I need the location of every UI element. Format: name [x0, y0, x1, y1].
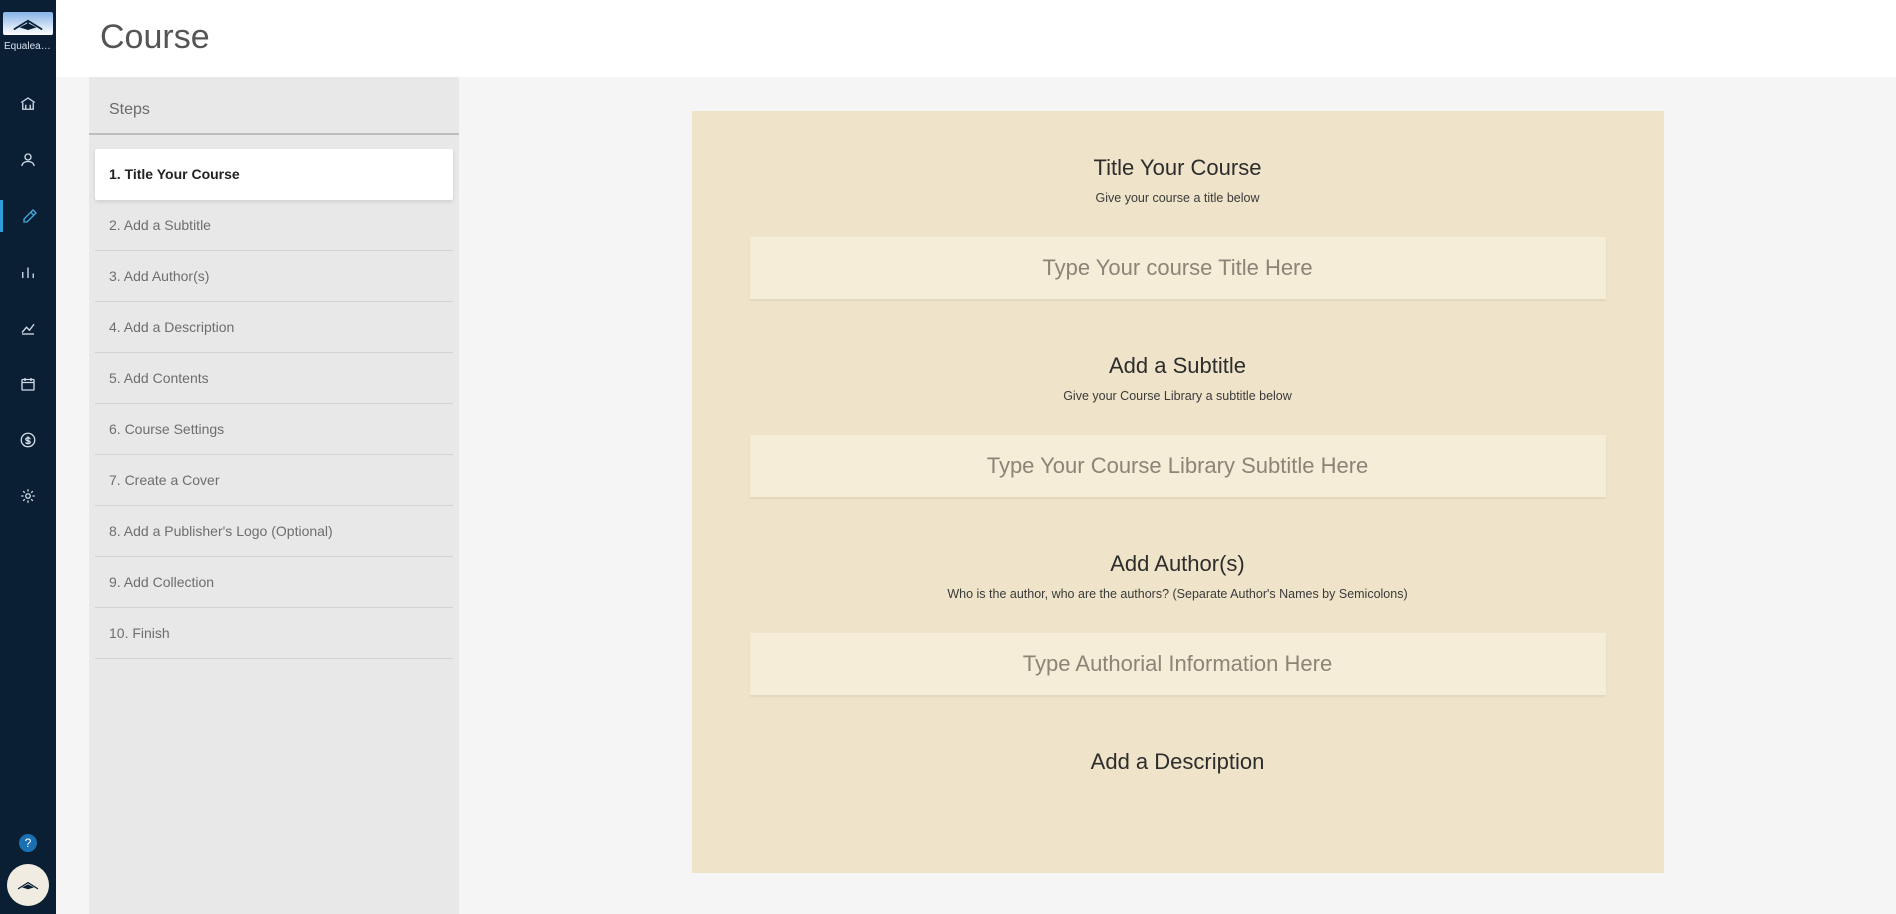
workspace: Steps 1. Title Your Course2. Add a Subti… [56, 77, 1896, 914]
course-form-card: Title Your Course Give your course a titl… [692, 111, 1664, 873]
step-item-7[interactable]: 7. Create a Cover [95, 455, 453, 506]
step-item-4[interactable]: 4. Add a Description [95, 302, 453, 353]
section-title: Title Your Course [750, 155, 1606, 181]
section-subtitle: Who is the author, who are the authors? … [750, 587, 1606, 601]
nav-author[interactable] [0, 200, 56, 232]
app-name: Equalear… [4, 41, 52, 52]
nav-analytics[interactable] [0, 256, 56, 288]
step-item-9[interactable]: 9. Add Collection [95, 557, 453, 608]
form-section-2: Add a Subtitle Give your Course Library a… [750, 353, 1606, 497]
section-input-2[interactable] [750, 435, 1606, 497]
section-title: Add a Description [750, 749, 1606, 775]
section-title: Add Author(s) [750, 551, 1606, 577]
step-item-10[interactable]: 10. Finish [95, 608, 453, 659]
rail-nav-list [0, 88, 56, 512]
main-region: Course Steps 1. Title Your Course2. Add … [56, 0, 1896, 914]
section-title: Add a Subtitle [750, 353, 1606, 379]
app-logo[interactable] [3, 12, 53, 35]
nav-settings[interactable] [0, 480, 56, 512]
form-section-1: Title Your Course Give your course a titl… [750, 155, 1606, 299]
book-logo-icon [11, 15, 45, 33]
bank-icon [19, 95, 37, 113]
step-item-2[interactable]: 2. Add a Subtitle [95, 200, 453, 251]
page-title: Course [56, 0, 1896, 77]
steps-heading: Steps [89, 77, 459, 135]
dollar-icon [19, 431, 37, 449]
section-subtitle: Give your course a title below [750, 191, 1606, 205]
help-button[interactable]: ? [19, 834, 37, 852]
section-input-3[interactable] [750, 633, 1606, 695]
step-item-1[interactable]: 1. Title Your Course [95, 149, 453, 200]
bar-chart-icon [19, 263, 37, 281]
global-nav-rail: Equalear… ? [0, 0, 56, 914]
avatar-book-icon [16, 873, 40, 897]
nav-users[interactable] [0, 144, 56, 176]
calendar-icon [19, 375, 37, 393]
section-subtitle: Give your Course Library a subtitle belo… [750, 389, 1606, 403]
nav-reports[interactable] [0, 312, 56, 344]
step-item-5[interactable]: 5. Add Contents [95, 353, 453, 404]
nav-home[interactable] [0, 88, 56, 120]
steps-list: 1. Title Your Course2. Add a Subtitle3. … [89, 135, 459, 659]
user-avatar[interactable] [7, 864, 49, 906]
section-input-1[interactable] [750, 237, 1606, 299]
step-item-3[interactable]: 3. Add Author(s) [95, 251, 453, 302]
user-icon [19, 151, 37, 169]
line-chart-icon [19, 319, 37, 337]
edit-icon [21, 207, 39, 225]
nav-billing[interactable] [0, 424, 56, 456]
gear-icon [19, 487, 37, 505]
nav-calendar[interactable] [0, 368, 56, 400]
form-section-3: Add Author(s) Who is the author, who are … [750, 551, 1606, 695]
form-scroll-area[interactable]: Title Your Course Give your course a titl… [459, 77, 1896, 914]
step-item-8[interactable]: 8. Add a Publisher's Logo (Optional) [95, 506, 453, 557]
steps-panel: Steps 1. Title Your Course2. Add a Subti… [89, 77, 459, 914]
form-section-4: Add a Description [750, 749, 1606, 775]
step-item-6[interactable]: 6. Course Settings [95, 404, 453, 455]
